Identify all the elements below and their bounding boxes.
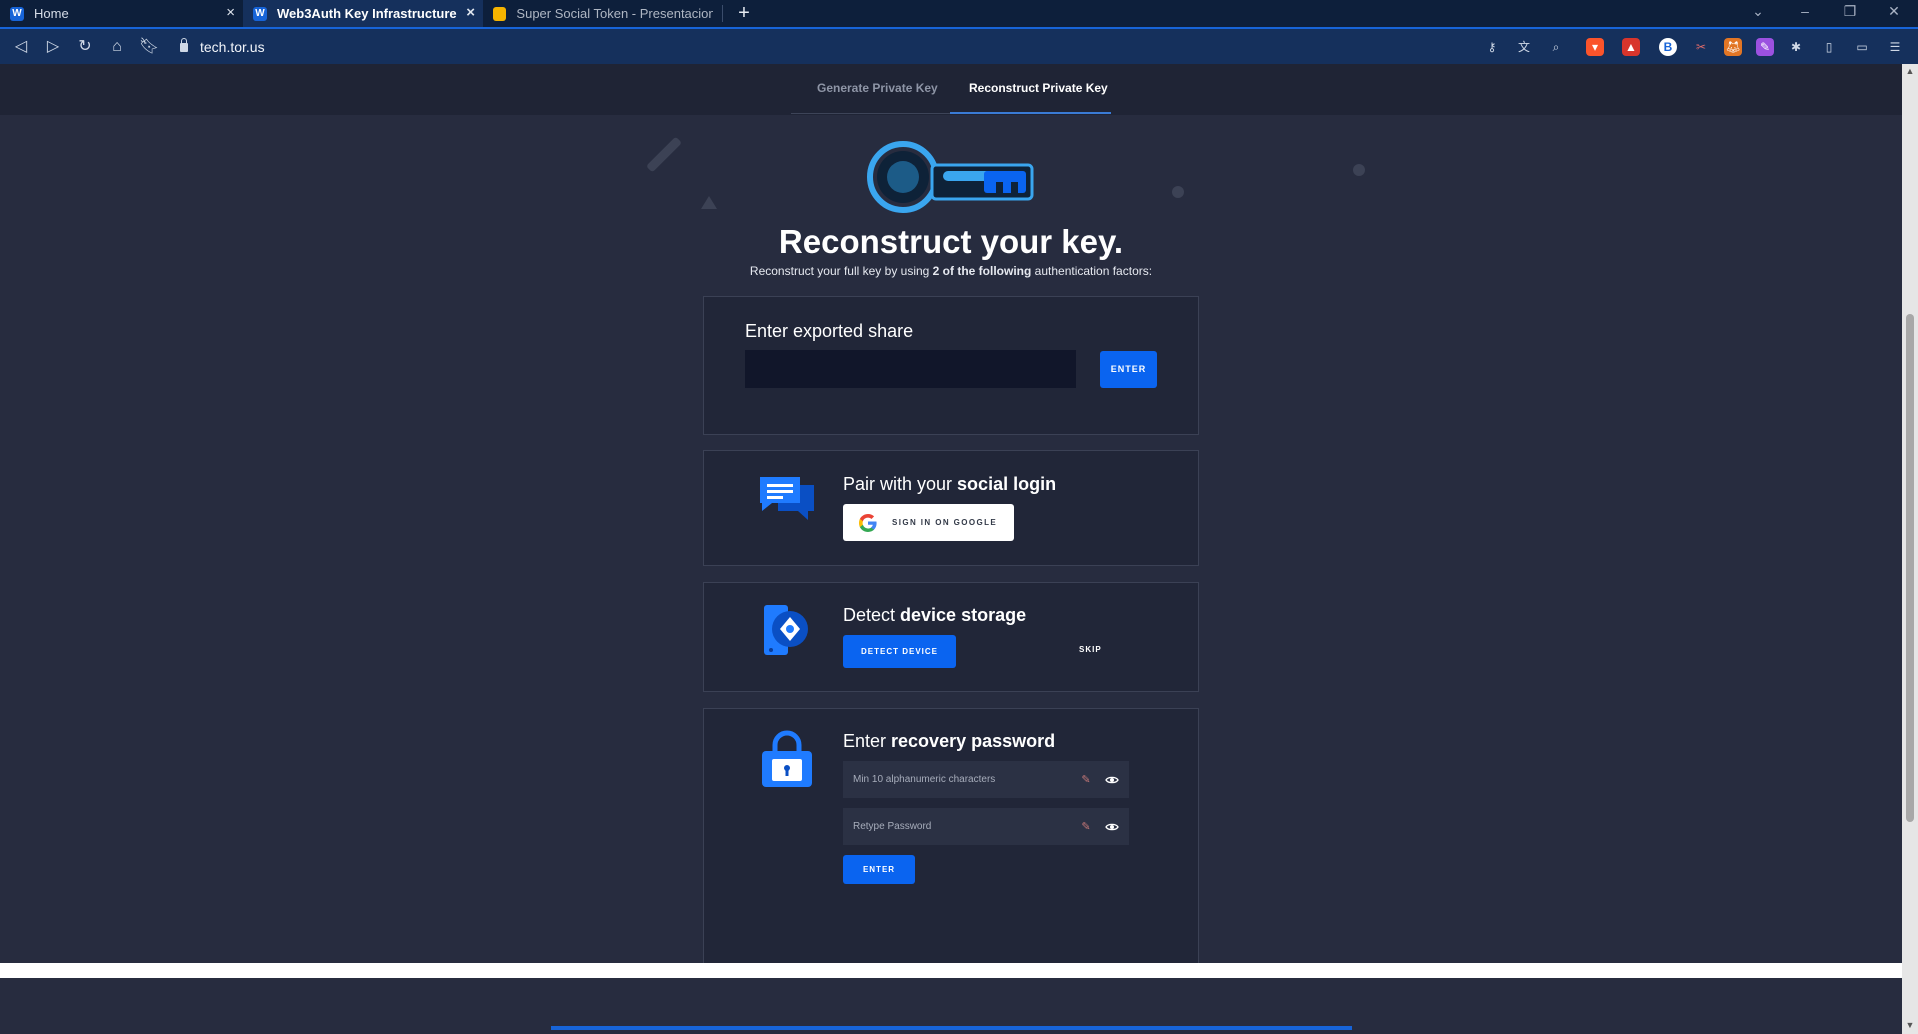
page-scrollbar[interactable]: ▲ ▼ [1902,64,1918,1034]
tab-title: Home [34,6,69,21]
password-generator-icon[interactable]: ✎ [1079,773,1093,787]
translate-icon[interactable]: 文 [1515,38,1533,56]
google-logo-icon [859,513,877,532]
scrollbar-thumb[interactable] [1906,314,1914,822]
title-emphasis: device storage [900,605,1027,625]
close-tab-icon[interactable]: × [226,5,235,21]
extension-shield-icon[interactable]: B [1659,38,1677,56]
forward-icon[interactable]: ▷ [42,36,64,58]
show-password-eye-icon[interactable] [1105,820,1119,834]
device-storage-card: Detect device storage DETECT DEVICE SKIP [703,582,1199,692]
page-subtitle: Reconstruct your full key by using 2 of … [0,264,1902,278]
exported-share-title: Enter exported share [745,321,914,341]
slides-favicon-icon [493,6,507,21]
decorative-dot [1172,186,1184,198]
web3auth-favicon-icon: W [10,6,24,21]
social-login-card: Pair with your social login SIGN IN ON G… [703,450,1199,566]
recovery-password-title: Enter recovery password [843,731,1055,752]
tab-title: Super Social Token - Presentaciones d [516,6,713,21]
detect-device-button[interactable]: DETECT DEVICE [843,635,956,668]
extension-pen-icon[interactable]: ✎ [1756,38,1774,56]
browser-nav-bar: ◁ ▷ ↻ ⌂ 🔖︎ tech.tor.us ⚷ 文 ⌕ ▾ ▲ B ✂ 🦊︎ … [0,27,1918,64]
show-password-eye-icon[interactable] [1105,773,1119,787]
url-text: tech.tor.us [200,39,265,55]
social-login-title: Pair with your social login [843,474,1056,495]
zoom-icon[interactable]: ⌕ [1547,38,1565,56]
scroll-down-icon[interactable]: ▼ [1905,1020,1915,1030]
browser-tab-web3auth[interactable]: W Web3Auth Key Infrastructure × [243,0,483,27]
home-icon[interactable]: ⌂ [106,36,128,58]
padlock-icon [762,730,812,787]
footer-progress-bar [551,1026,1352,1030]
subtitle-text: authentication factors: [1031,264,1153,278]
password-field: ✎ [843,761,1129,798]
password-input[interactable] [843,774,1079,785]
brave-shield-icon[interactable]: ▾ [1586,38,1604,56]
sidebar-icon[interactable]: ▯ [1820,38,1838,56]
chat-bubbles-icon [760,477,814,520]
title-emphasis: recovery password [891,731,1056,751]
password-generator-icon[interactable]: ✎ [1079,820,1093,834]
reload-icon[interactable]: ↻ [74,36,96,58]
title-text: Enter [843,731,892,751]
scroll-up-icon[interactable]: ▲ [1905,66,1915,76]
retype-password-input[interactable] [843,821,1079,832]
key-logo-icon [867,141,1034,213]
device-storage-title: Detect device storage [843,605,1026,626]
title-text: Pair with your [843,474,958,494]
menu-icon[interactable]: ☰ [1886,38,1904,56]
page-title: Reconstruct your key. [778,223,1124,260]
recovery-password-card: Enter recovery password ✎ ✎ ENTER [703,708,1199,966]
tab-title: Web3Auth Key Infrastructure [277,6,457,21]
back-icon[interactable]: ◁ [10,36,32,58]
page-tab-nav: Generate Private Key Reconstruct Private… [0,64,1902,115]
google-signin-button[interactable]: SIGN IN ON GOOGLE [843,504,1014,541]
metamask-fox-icon[interactable]: 🦊︎ [1724,38,1742,56]
key-icon[interactable]: ⚷ [1483,38,1501,56]
tab-search-chevron-icon[interactable]: ⌄ [1748,3,1768,20]
brave-rewards-icon[interactable]: ▲ [1622,38,1640,56]
restore-icon[interactable]: ❐ [1840,3,1860,20]
bookmark-icon[interactable]: 🔖︎ [138,36,160,58]
minimize-icon[interactable]: – [1795,3,1815,19]
web3auth-favicon-icon: W [253,6,267,21]
tab-reconstruct-private-key[interactable]: Reconstruct Private Key [969,81,1108,95]
extensions-puzzle-icon[interactable]: ✱ [1787,38,1805,56]
title-emphasis: social login [957,474,1057,494]
wallet-icon[interactable]: ▭ [1853,38,1871,56]
decorative-triangle-shape [701,196,717,209]
share-enter-button[interactable]: ENTER [1100,351,1157,388]
new-tab-button[interactable]: + [733,2,755,24]
password-enter-button[interactable]: ENTER [843,855,915,884]
tab-generate-private-key[interactable]: Generate Private Key [817,81,938,95]
page-divider [0,963,1902,978]
subtitle-emphasis: 2 of the following [932,264,1032,278]
device-storage-icon [764,605,808,655]
tab-separator [722,5,723,22]
exported-share-input[interactable] [745,350,1076,388]
browser-tab-home[interactable]: W Home × [0,0,243,27]
browser-tab-bar: W Home × W Web3Auth Key Infrastructure ×… [0,0,1918,27]
exported-share-card: Enter exported share ENTER [703,296,1199,435]
lock-icon [180,37,188,52]
close-window-icon[interactable]: ✕ [1884,3,1904,20]
close-tab-icon[interactable]: × [466,5,475,21]
title-text: Detect [843,605,901,625]
skip-button[interactable]: SKIP [1079,645,1102,654]
extension-skip-icon[interactable]: ✂ [1692,38,1710,56]
subtitle-text: Reconstruct your full key by using [749,264,933,278]
active-tab-indicator [950,112,1111,114]
google-signin-label: SIGN IN ON GOOGLE [892,518,998,527]
retype-password-field: ✎ [843,808,1129,845]
address-bar[interactable]: tech.tor.us [180,37,265,57]
decorative-dot [1353,164,1365,176]
browser-tab-slides[interactable]: Super Social Token - Presentaciones d [483,0,723,27]
